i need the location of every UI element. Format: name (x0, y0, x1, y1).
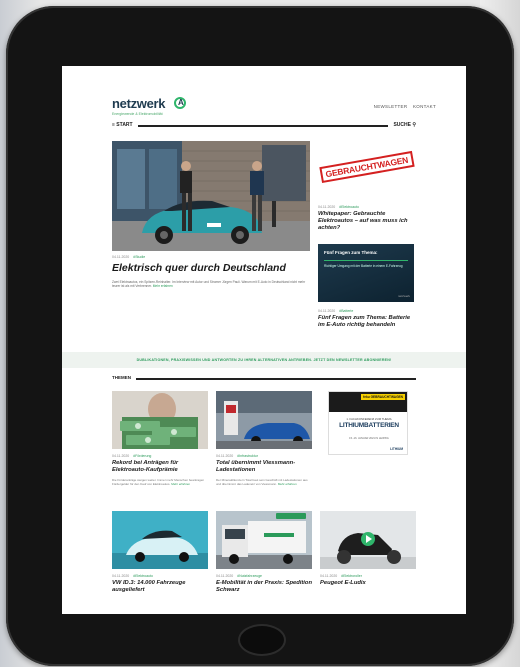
nav-link-newsletter[interactable]: NEWSLETTER (374, 104, 408, 109)
home-button[interactable] (238, 624, 286, 656)
card-tag[interactable]: #Elektroauto (133, 574, 153, 578)
nav-link-kontakt[interactable]: KONTAKT (413, 104, 436, 109)
themen-label: THEMEN (112, 375, 131, 380)
video-brand: netzwerk (397, 294, 410, 298)
card-text: Der Mineralölkonzern Total baut sein Ges… (216, 478, 312, 486)
card-meta: 04.11.2020 #Elektroauto (112, 574, 153, 578)
video-subtitle: Richtiger Umgang mit der Batterie in ein… (324, 264, 403, 268)
card-image-spedition[interactable] (216, 511, 312, 569)
hero-read-more[interactable]: Mehr erfahren (153, 284, 173, 288)
video-thumbnail[interactable]: Fünf Fragen zum Thema: Richtiger Umgang … (318, 244, 414, 302)
card-title[interactable]: Total übernimmt Viessmann-Ladestationen (216, 460, 316, 474)
newsletter-banner[interactable]: DUBLIKATIONEN, PRAXISWISSEN UND ANTWORTE… (62, 352, 466, 368)
card-meta: 04.11.2020 #Förderung (112, 454, 152, 458)
hero-meta: 04.11.2020 #Studie (112, 255, 146, 259)
card-tag[interactable]: #Förderung (133, 454, 151, 458)
hero-title[interactable]: Elektrisch quer durch Deutschland (112, 262, 312, 274)
card-tag[interactable]: #Infrastruktur (237, 454, 258, 458)
card-image-peugeot[interactable] (320, 511, 416, 569)
card-meta: 04.11.2020 #Infrastruktur (216, 454, 258, 458)
themen-divider (136, 378, 416, 380)
card-title[interactable]: E-Mobilität in der Praxis: Spedition Sch… (216, 580, 316, 594)
menu-start-button[interactable]: ≡ START (112, 122, 133, 128)
ad-line3: 15.-16. JANUAR 2021 IN LEIPZIG (349, 437, 389, 440)
nav-divider (138, 125, 388, 127)
ad-header: feku GEBRAUCHTWAGEN (329, 392, 407, 412)
card-image-foerderung[interactable] (112, 391, 208, 449)
card-tag[interactable]: #Elektroroller (341, 574, 362, 578)
side1-tag[interactable]: #Elektroauto (339, 205, 359, 209)
side2-title[interactable]: Fünf Fragen zum Thema: Batterie im E-Aut… (318, 315, 416, 329)
card-image-vw-id3[interactable] (112, 511, 208, 569)
card-read-more[interactable]: Mehr erfahren (171, 482, 190, 486)
hero-text: Zwei Elektroautos, ein Spitzen-Reinhalte… (112, 280, 310, 288)
ad-line2: LITHIUMBATTERIEN (339, 422, 399, 429)
video-accent-line (324, 260, 408, 261)
card-meta: 04.11.2020 #Nutzfahrzeuge (216, 574, 262, 578)
hero-image[interactable] (112, 141, 310, 251)
card-text: Die Förderanträge steigen weiter. Immer … (112, 478, 208, 486)
top-nav: NEWSLETTER KONTAKT (370, 104, 436, 109)
card-title[interactable]: Peugeot E-Ludix (320, 580, 420, 587)
themen-header: THEMEN (112, 375, 416, 383)
search-button[interactable]: SUCHE ⚲ (393, 122, 416, 128)
side2-tag[interactable]: #Batterie (339, 309, 353, 313)
card-text-body: Die Förderanträge steigen weiter. Immer … (112, 478, 205, 486)
tablet-screen: netzwerk A Energiewende & Elektromobilit… (62, 66, 466, 614)
main-nav: ≡ START SUCHE ⚲ (112, 122, 416, 130)
side1-meta: 04.11.2020 #Elektroauto (318, 205, 359, 209)
logo-subtitle: Energiewende & Elektromobilität (112, 112, 163, 116)
hero-text-body: Zwei Elektroautos, ein Spitzen-Reinhalte… (112, 280, 306, 289)
card-title[interactable]: VW ID.3: 14.000 Fahrzeuge ausgeliefert (112, 580, 212, 594)
side1-title[interactable]: Whitepaper: Gebrauchte Elektroautos – au… (318, 211, 416, 232)
card-title[interactable]: Rekord bei Anträgen für Elektroauto-Kauf… (112, 460, 212, 474)
ad-badge: feku GEBRAUCHTWAGEN (361, 394, 405, 400)
video-title: Fünf Fragen zum Thema: (324, 250, 378, 255)
logo-mark-icon: A (174, 97, 186, 109)
side2-meta: 04.11.2020 #Batterie (318, 309, 354, 313)
gebrauchtwagen-stamp: GEBRAUCHTWAGEN (319, 150, 415, 184)
gebrauchtwagen-image[interactable]: GEBRAUCHTWAGEN (318, 141, 416, 196)
card-image-ladestationen[interactable] (216, 391, 312, 449)
ad-line1: 1. FACHKONFERENZ ZUM THEMA (346, 417, 392, 421)
site-header: netzwerk A Energiewende & Elektromobilit… (112, 96, 436, 118)
card-meta: 04.11.2020 #Elektroroller (320, 574, 362, 578)
card-read-more[interactable]: Mehr erfahren (278, 482, 297, 486)
ad-logo: LITHIUM (390, 447, 403, 451)
lithium-ad[interactable]: feku GEBRAUCHTWAGEN 1. FACHKONFERENZ ZUM… (328, 391, 408, 455)
card-tag[interactable]: #Nutzfahrzeuge (237, 574, 262, 578)
hero-tag[interactable]: #Studie (133, 255, 145, 259)
site-logo[interactable]: netzwerk (112, 96, 166, 111)
